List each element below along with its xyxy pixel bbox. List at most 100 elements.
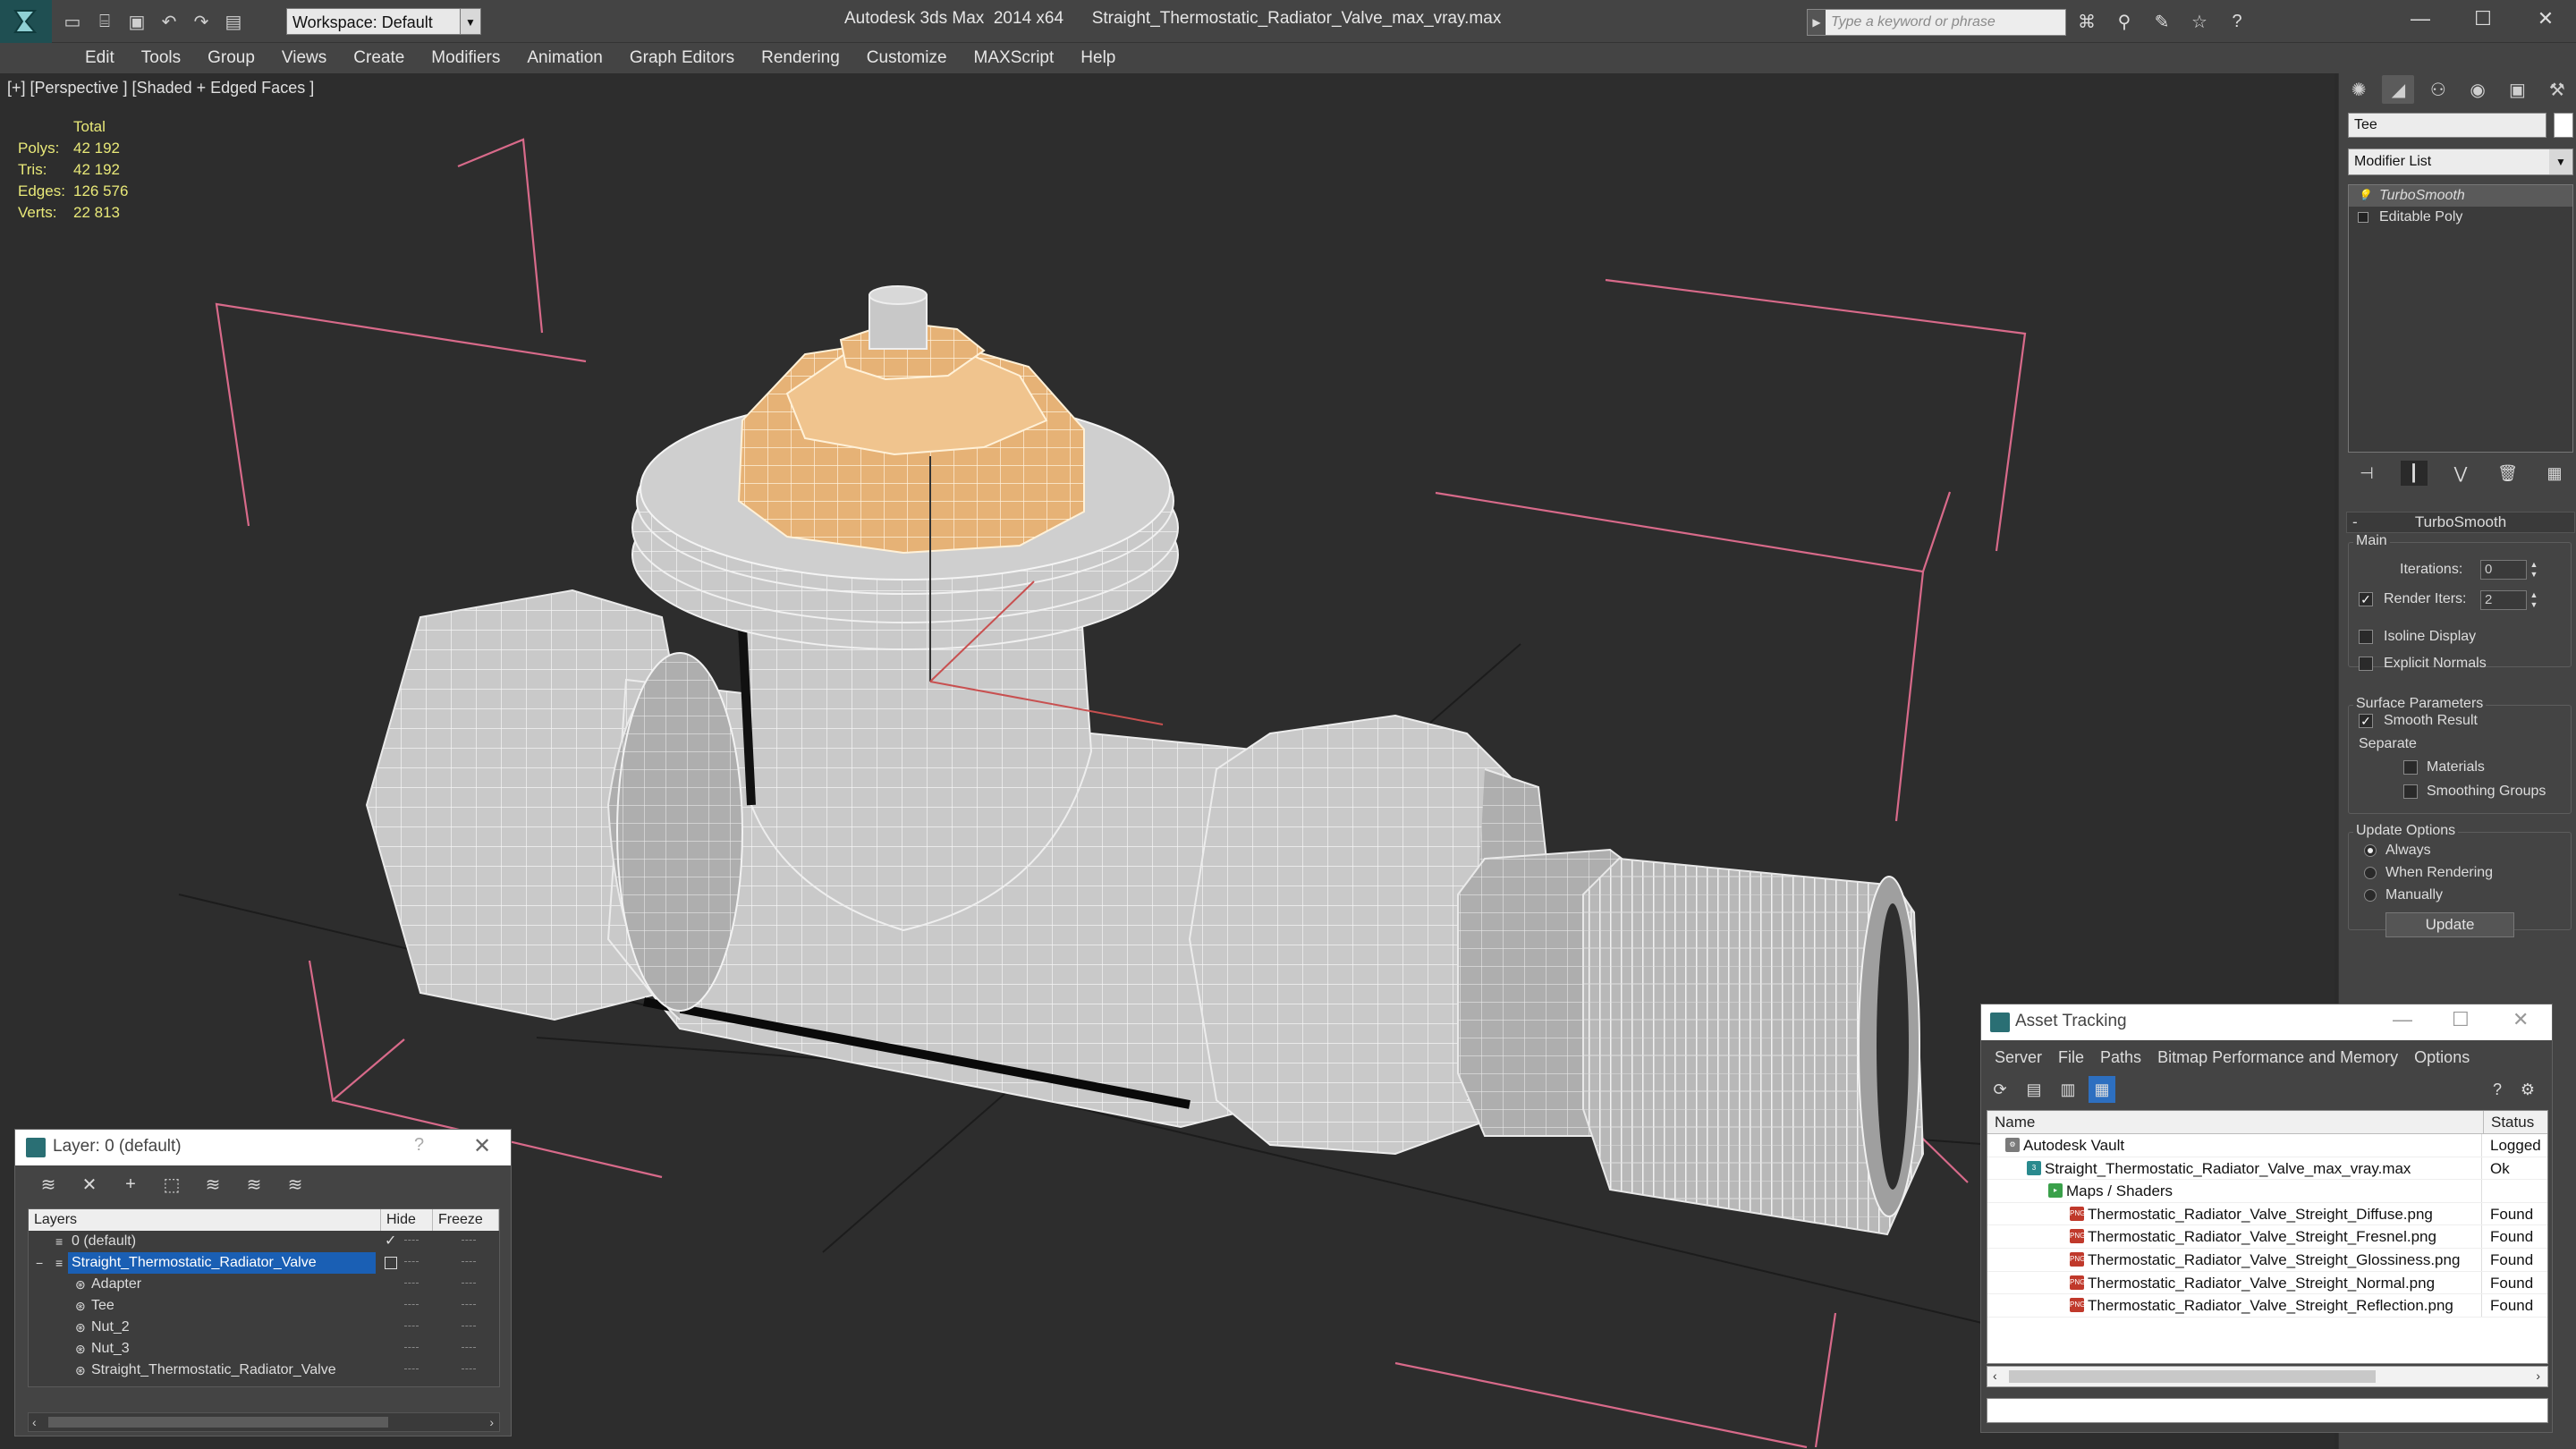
pin-stack-icon[interactable]: ⊣ <box>2353 461 2380 486</box>
new-file-icon[interactable]: ▭ <box>59 8 86 35</box>
stack-item-editable-poly[interactable]: Editable Poly <box>2349 207 2572 228</box>
refresh-icon[interactable]: ⟳ <box>1987 1076 2013 1103</box>
modifier-list-dropdown[interactable]: Modifier List ▼ <box>2348 148 2573 175</box>
project-folder-icon[interactable]: ▤ <box>220 8 247 35</box>
binoculars-icon[interactable]: ⌘ <box>2072 8 2102 35</box>
column-status[interactable]: Status <box>2483 1111 2534 1134</box>
scroll-right-icon[interactable]: › <box>489 1415 494 1429</box>
hide-toggle[interactable] <box>404 1283 419 1285</box>
workspace-dropdown[interactable]: Workspace: Default <box>286 8 481 35</box>
render-iters-spinner[interactable]: 2 <box>2480 590 2527 610</box>
menu-edit[interactable]: Edit <box>72 43 128 73</box>
hide-toggle[interactable] <box>404 1368 419 1371</box>
layer-row[interactable]: ⊛ Adapter <box>29 1274 499 1295</box>
layer-row[interactable]: ⊛ Tee <box>29 1295 499 1317</box>
lightbulb-icon[interactable]: 💡 <box>2358 189 2371 201</box>
set-active-layer-icon[interactable] <box>385 1257 397 1269</box>
close-icon[interactable]: ✕ <box>2512 1008 2529 1031</box>
select-objects-icon[interactable]: ⬚ <box>157 1169 187 1199</box>
layer-row[interactable]: − ≡ Straight_Thermostatic_Radiator_Valve <box>29 1252 499 1274</box>
when-rendering-radio[interactable] <box>2364 867 2377 879</box>
undo-icon[interactable]: ↶ <box>156 8 182 35</box>
collapse-icon[interactable]: - <box>2352 513 2358 532</box>
delete-layer-icon[interactable]: ✕ <box>74 1169 105 1199</box>
spinner-arrows-icon[interactable]: ▲ ▼ <box>2529 560 2539 580</box>
table-view-icon[interactable]: ▦ <box>2089 1076 2115 1103</box>
asset-horizontal-scrollbar[interactable]: ‹ › <box>1987 1366 2548 1387</box>
column-name[interactable]: Name <box>1995 1114 2035 1131</box>
layer-row[interactable]: ⊛ Straight_Thermostatic_Radiator_Valve <box>29 1360 499 1381</box>
configure-modifier-sets-icon[interactable]: ▦ <box>2541 461 2568 486</box>
menu-animation[interactable]: Animation <box>513 43 616 73</box>
spinner-arrows-icon[interactable]: ▲ ▼ <box>2529 590 2539 610</box>
freeze-all-layers-icon[interactable]: ≋ <box>280 1169 310 1199</box>
asset-path-field[interactable] <box>1987 1398 2548 1423</box>
layers-stack-icon[interactable]: ≋ <box>33 1169 64 1199</box>
freeze-toggle[interactable] <box>462 1283 476 1285</box>
search-expand-icon[interactable]: ▶ <box>1808 10 1826 35</box>
asset-row[interactable]: PNG Thermostatic_Radiator_Valve_Streight… <box>1987 1248 2547 1272</box>
redo-icon[interactable]: ↷ <box>188 8 215 35</box>
scroll-left-icon[interactable]: ‹ <box>1993 1368 1997 1383</box>
favorites-star-icon[interactable]: ☆ <box>2184 8 2215 35</box>
asset-tracking-titlebar[interactable]: Asset Tracking — ☐ ✕ <box>1981 1004 2552 1040</box>
help-icon[interactable]: ? <box>2222 8 2252 35</box>
update-button[interactable]: Update <box>2385 912 2514 937</box>
layer-row[interactable]: ⊛ Nut_3 <box>29 1338 499 1360</box>
freeze-toggle[interactable] <box>462 1240 476 1242</box>
object-name-field[interactable]: Tee <box>2348 113 2546 138</box>
chevron-down-icon[interactable]: ▼ <box>2549 149 2572 174</box>
menu-file[interactable]: File <box>2050 1044 2092 1071</box>
column-hide[interactable]: Hide <box>381 1209 433 1231</box>
utilities-tab-icon[interactable]: ⚒ <box>2541 75 2573 104</box>
freeze-toggle[interactable] <box>462 1304 476 1307</box>
hide-toggle[interactable] <box>404 1304 419 1307</box>
hide-all-layers-icon[interactable]: ≋ <box>239 1169 269 1199</box>
menu-help[interactable]: Help <box>1067 43 1129 73</box>
close-icon[interactable]: ✕ <box>473 1133 491 1159</box>
layer-window-titlebar[interactable]: Layer: 0 (default) ? ✕ <box>15 1130 511 1165</box>
modify-tab-icon[interactable]: ◢ <box>2382 75 2415 104</box>
expand-icon[interactable] <box>2358 212 2368 223</box>
highlight-layer-icon[interactable]: ≋ <box>198 1169 228 1199</box>
menu-bitmap-performance[interactable]: Bitmap Performance and Memory <box>2149 1044 2406 1071</box>
active-layer-checkmark-icon[interactable]: ✓ <box>385 1231 396 1252</box>
add-to-layer-icon[interactable]: + <box>115 1169 146 1199</box>
asset-row[interactable]: 3 Straight_Thermostatic_Radiator_Valve_m… <box>1987 1157 2547 1181</box>
render-iters-checkbox[interactable]: ✓ <box>2359 592 2373 606</box>
open-file-icon[interactable]: ⌸ <box>91 8 118 35</box>
menu-views[interactable]: Views <box>268 43 340 73</box>
scroll-thumb[interactable] <box>2009 1370 2376 1383</box>
hide-toggle[interactable] <box>404 1347 419 1350</box>
list-view-icon[interactable]: ▤ <box>2021 1076 2047 1103</box>
manually-radio[interactable] <box>2364 889 2377 902</box>
stack-item-turbosmooth[interactable]: 💡 TurboSmooth <box>2349 185 2572 207</box>
freeze-toggle[interactable] <box>462 1368 476 1371</box>
layer-horizontal-scrollbar[interactable]: ‹ › <box>28 1412 500 1432</box>
maximize-button[interactable]: ☐ <box>2453 0 2513 38</box>
isoline-display-checkbox[interactable] <box>2359 630 2373 644</box>
remove-modifier-icon[interactable]: 🗑 <box>2495 461 2521 486</box>
hierarchy-tab-icon[interactable]: ⚇ <box>2422 75 2454 104</box>
smoothing-groups-checkbox[interactable] <box>2403 784 2418 799</box>
help-icon[interactable]: ? <box>414 1135 424 1156</box>
show-end-result-icon[interactable]: ┃ <box>2400 461 2428 486</box>
hide-toggle[interactable] <box>404 1240 419 1242</box>
menu-options[interactable]: Options <box>2406 1044 2478 1071</box>
hide-toggle[interactable] <box>404 1261 419 1264</box>
help-icon[interactable]: ? <box>2484 1076 2511 1103</box>
menu-group[interactable]: Group <box>194 43 268 73</box>
asset-row[interactable]: PNG Thermostatic_Radiator_Valve_Streight… <box>1987 1294 2547 1318</box>
create-tab-icon[interactable]: ✺ <box>2343 75 2375 104</box>
asset-row[interactable]: PNG Thermostatic_Radiator_Valve_Streight… <box>1987 1225 2547 1249</box>
scroll-thumb[interactable] <box>48 1417 388 1428</box>
scroll-left-icon[interactable]: ‹ <box>32 1415 37 1429</box>
menu-tools[interactable]: Tools <box>128 43 194 73</box>
materials-checkbox[interactable] <box>2403 760 2418 775</box>
freeze-toggle[interactable] <box>462 1326 476 1328</box>
help-search-input[interactable]: ▶ Type a keyword or phrase <box>1807 9 2066 36</box>
chevron-down-icon[interactable]: ▼ <box>460 8 481 35</box>
asset-row[interactable]: PNG Thermostatic_Radiator_Valve_Streight… <box>1987 1202 2547 1226</box>
menu-rendering[interactable]: Rendering <box>748 43 853 73</box>
display-tab-icon[interactable]: ▣ <box>2501 75 2533 104</box>
